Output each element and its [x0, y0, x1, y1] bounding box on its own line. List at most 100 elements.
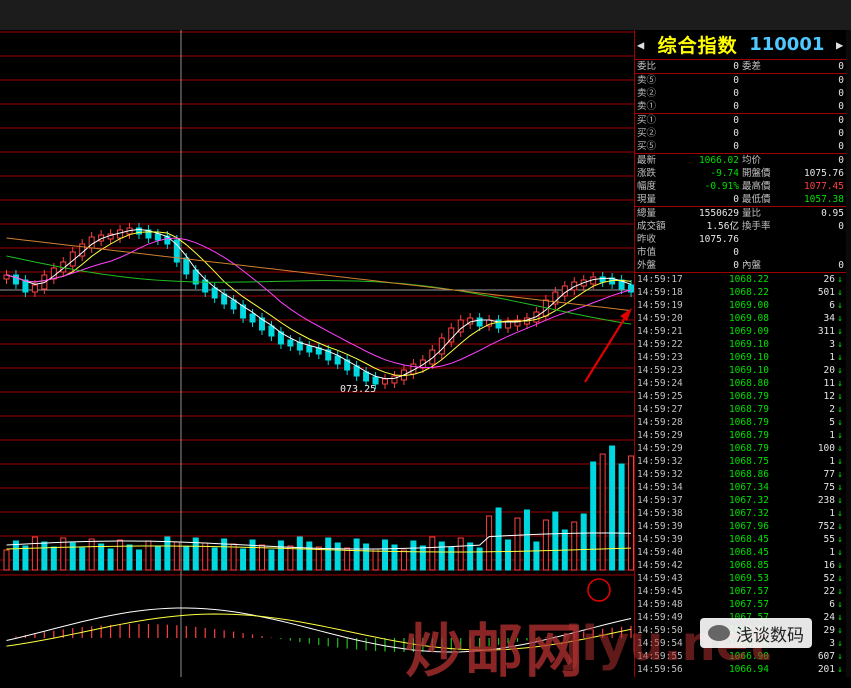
ratio-label: 委比 [637, 61, 657, 72]
low-price-label: 073.25 [340, 384, 376, 395]
next-index-icon[interactable]: ▶ [836, 38, 845, 52]
tick-time: 14:59:23 [637, 352, 683, 363]
tick-direction-icon: ↓ [837, 664, 843, 675]
tick-row[interactable]: 14:59:25 1068.79 12 ↓ [635, 390, 847, 403]
quote-value: 0 [733, 247, 739, 258]
candle-body [287, 339, 294, 347]
tick-direction-icon: ↓ [837, 300, 843, 311]
tick-row[interactable]: 14:59:19 1069.00 6 ↓ [635, 299, 847, 312]
index-title-bar: ◀ 综合指数 110001 ▶ [635, 30, 847, 60]
quote-label: 昨收 [637, 234, 657, 245]
volume-bar [268, 549, 275, 571]
tick-volume: 55 [823, 534, 835, 545]
tick-price: 1068.86 [728, 469, 769, 480]
candle-body [306, 345, 313, 353]
tick-row[interactable]: 14:59:23 1069.10 20 ↓ [635, 364, 847, 377]
tick-row[interactable]: 14:59:27 1068.79 2 ↓ [635, 403, 847, 416]
diff-label: 委差 [742, 61, 762, 72]
volume-bar [542, 519, 549, 571]
volume-bar [211, 547, 218, 571]
tick-row[interactable]: 14:59:38 1067.32 1 ↓ [635, 507, 847, 520]
tick-time: 14:59:19 [637, 300, 683, 311]
candle-body [382, 378, 389, 385]
tick-time: 14:59:20 [637, 313, 683, 324]
volume-bar [628, 455, 634, 571]
tick-price: 1069.08 [728, 313, 769, 324]
tick-row[interactable]: 14:59:32 1068.75 1 ↓ [635, 455, 847, 468]
tick-price: 1067.32 [728, 495, 769, 506]
tick-direction-icon: ↓ [837, 482, 843, 493]
tick-time: 14:59:29 [637, 443, 683, 454]
tick-time: 14:59:37 [637, 495, 683, 506]
quote-value-2: 1075.76 [803, 168, 844, 179]
tick-direction-icon: ↓ [837, 651, 843, 662]
tick-price: 1068.80 [728, 378, 769, 389]
tick-row[interactable]: 14:59:39 1068.45 55 ↓ [635, 533, 847, 546]
tick-price: 1069.00 [728, 300, 769, 311]
tick-row[interactable]: 14:59:20 1069.08 34 ↓ [635, 312, 847, 325]
volume-bar [457, 537, 464, 571]
volume-bar [277, 540, 284, 571]
tick-row[interactable]: 14:59:18 1068.22 501 ↓ [635, 286, 847, 299]
tick-time: 14:59:39 [637, 534, 683, 545]
quote-label-2: 最低價 [742, 194, 771, 205]
tick-row[interactable]: 14:59:45 1067.57 22 ↓ [635, 585, 847, 598]
quote-row: 現量 0 最低價 1057.38 [635, 193, 847, 207]
tick-row[interactable]: 14:59:43 1069.53 52 ↓ [635, 572, 847, 585]
volume-bar [88, 538, 95, 571]
quote-label: 現量 [637, 194, 657, 205]
buy-row: 买① 0 0 [635, 114, 847, 127]
tick-direction-icon: ↓ [837, 391, 843, 402]
kline-chart-area[interactable]: 073.25 [0, 30, 634, 677]
volume-bar [249, 539, 256, 571]
volume-bar [202, 542, 209, 571]
tick-row[interactable]: 14:59:24 1068.80 11 ↓ [635, 377, 847, 390]
volume-bar [296, 536, 303, 571]
prev-index-icon[interactable]: ◀ [637, 38, 646, 52]
tick-row[interactable]: 14:59:23 1069.10 1 ↓ [635, 351, 847, 364]
tick-row[interactable]: 14:59:22 1069.10 3 ↓ [635, 338, 847, 351]
tick-row[interactable]: 14:59:39 1067.96 752 ↓ [635, 520, 847, 533]
candle-body [183, 257, 190, 275]
candle-body [334, 355, 341, 365]
tick-direction-icon: ↓ [837, 326, 843, 337]
tick-volume: 607 [817, 651, 835, 662]
buy-spacer [739, 140, 790, 153]
tick-row[interactable]: 14:59:21 1069.09 311 ↓ [635, 325, 847, 338]
tick-row[interactable]: 14:59:48 1067.57 6 ↓ [635, 598, 847, 611]
tick-volume: 12 [823, 391, 835, 402]
tick-row[interactable]: 14:59:17 1068.22 26 ↓ [635, 273, 847, 286]
tick-row[interactable]: 14:59:42 1068.85 16 ↓ [635, 559, 847, 572]
tick-row[interactable]: 14:59:29 1068.79 1 ↓ [635, 429, 847, 442]
tick-row[interactable]: 14:59:34 1067.34 75 ↓ [635, 481, 847, 494]
tick-direction-icon: ↓ [837, 365, 843, 376]
tick-volume: 2 [829, 404, 835, 415]
sell-volume: 0 [838, 88, 844, 99]
tick-direction-icon: ↓ [837, 586, 843, 597]
tick-row[interactable]: 14:59:37 1067.32 238 ↓ [635, 494, 847, 507]
watermark-text: 炒邮网 [405, 617, 586, 685]
tick-price: 1068.79 [728, 404, 769, 415]
sell-volume: 0 [838, 75, 844, 86]
tick-time: 14:59:40 [637, 547, 683, 558]
sell-spacer [739, 100, 790, 113]
tick-price: 1069.53 [728, 573, 769, 584]
tick-row[interactable]: 14:59:29 1068.79 100 ↓ [635, 442, 847, 455]
tick-time: 14:59:39 [637, 521, 683, 532]
quote-value: 1066.02 [698, 155, 739, 166]
quote-value: 0 [733, 194, 739, 205]
quote-panel: ◀ 综合指数 110001 ▶ 委比 0 委差 0 卖⑤ 0 0 卖② 0 0 卖① 0 0 买… [634, 30, 847, 677]
tick-time: 14:59:42 [637, 560, 683, 571]
volume-bar [353, 538, 360, 571]
kline-chart[interactable]: 073.25 [0, 30, 634, 677]
tick-row[interactable]: 14:59:28 1068.79 5 ↓ [635, 416, 847, 429]
tick-price: 1068.79 [728, 391, 769, 402]
buy-volume: 0 [838, 141, 844, 152]
quote-row: 最新 1066.02 均价 0 [635, 154, 847, 167]
scrollbar[interactable] [846, 30, 851, 677]
tick-row[interactable]: 14:59:40 1068.45 1 ↓ [635, 546, 847, 559]
quote-label: 幅度 [637, 181, 657, 192]
volume-bar [126, 544, 133, 571]
tick-row[interactable]: 14:59:32 1068.86 77 ↓ [635, 468, 847, 481]
candle-body [12, 274, 19, 285]
